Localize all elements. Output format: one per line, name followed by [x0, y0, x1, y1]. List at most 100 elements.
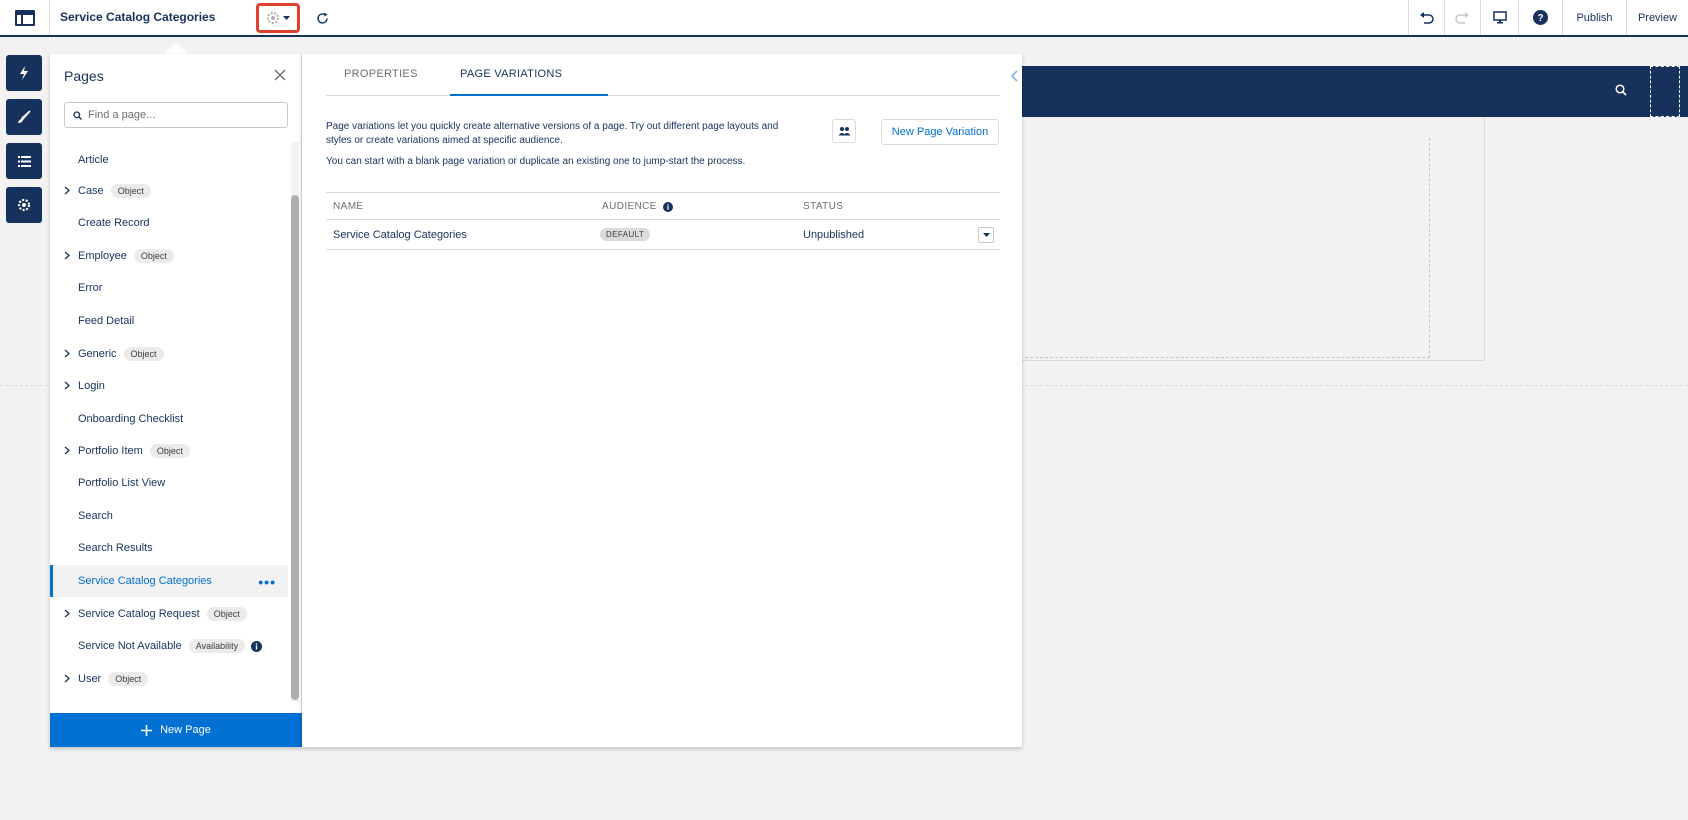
page-item-user[interactable]: User Object — [50, 663, 288, 695]
page-structure-button[interactable] — [6, 143, 42, 179]
scrollbar-thumb[interactable] — [291, 195, 299, 700]
page-item-search-results[interactable]: Search Results — [50, 532, 288, 564]
page-item-label: Service Catalog Categories — [78, 575, 212, 587]
chevron-right-icon[interactable] — [64, 349, 70, 358]
table-row[interactable]: Service Catalog Categories DEFAULT Unpub… — [326, 220, 1000, 250]
page-item-search[interactable]: Search — [50, 500, 288, 532]
refresh-button[interactable] — [312, 8, 332, 28]
caret-down-icon — [283, 15, 290, 20]
page-item-label: Error — [78, 282, 103, 294]
column-header-audience[interactable]: AUDIENCE — [602, 201, 657, 212]
default-badge: DEFAULT — [600, 228, 651, 241]
chevron-right-icon[interactable] — [64, 251, 70, 260]
search-icon — [73, 110, 82, 120]
caret-down-icon — [982, 232, 990, 237]
page-item-label: Search Results — [78, 542, 153, 554]
row-actions-button[interactable] — [978, 227, 994, 243]
tab-page-variations[interactable]: PAGE VARIATIONS — [460, 68, 562, 80]
canvas-drop-zone[interactable] — [1650, 66, 1680, 117]
tab-properties[interactable]: PROPERTIES — [344, 68, 418, 80]
page-item-service-catalog-request[interactable]: Service Catalog Request Object — [50, 598, 288, 630]
chevron-right-icon[interactable] — [64, 609, 70, 618]
components-button[interactable] — [6, 55, 42, 91]
page-search-input[interactable] — [88, 109, 278, 121]
pages-list: . . Article Case Object Create Record Em… — [50, 142, 288, 702]
new-page-button[interactable]: New Page — [50, 713, 302, 747]
chevron-right-icon[interactable] — [64, 186, 70, 195]
variations-table: NAME AUDIENCE STATUS Service Catalog Cat… — [326, 192, 1000, 250]
people-icon — [838, 127, 850, 136]
page-item-generic[interactable]: Generic Object — [50, 338, 288, 370]
variation-name: Service Catalog Categories — [333, 229, 467, 241]
tab-bar: PROPERTIES PAGE VARIATIONS — [326, 54, 1018, 96]
object-badge: Object — [123, 347, 164, 361]
chevron-right-icon[interactable] — [64, 381, 70, 390]
publish-button[interactable]: Publish — [1562, 0, 1626, 35]
page-item-label: User — [78, 673, 102, 685]
page-item-error[interactable]: Error — [50, 272, 288, 304]
page-item-label: Service Catalog Request — [78, 608, 200, 620]
more-actions-icon[interactable]: ••• — [258, 574, 276, 590]
search-icon — [1615, 84, 1627, 99]
chevron-right-icon[interactable] — [64, 446, 70, 455]
page-item-employee[interactable]: Employee Object — [50, 240, 288, 272]
plus-icon — [141, 724, 153, 736]
page-settings-button[interactable] — [256, 3, 300, 33]
chevron-right-icon[interactable] — [64, 674, 70, 683]
redo-button[interactable] — [1444, 0, 1480, 35]
page-item-service-not-available[interactable]: Service Not Available Availability — [50, 630, 288, 662]
column-header-status[interactable]: STATUS — [803, 201, 843, 212]
layout-menu-button[interactable] — [0, 0, 50, 35]
page-item-label: Case — [78, 185, 104, 197]
page-item-portfolio-list-view[interactable]: Portfolio List View — [50, 467, 288, 499]
info-icon[interactable] — [663, 202, 673, 212]
audiences-button[interactable] — [832, 119, 856, 143]
info-icon[interactable] — [251, 640, 263, 652]
page-title: Service Catalog Categories — [60, 10, 216, 24]
variation-status: Unpublished — [803, 229, 865, 241]
object-badge: Object — [110, 184, 151, 198]
preview-button[interactable]: Preview — [1626, 0, 1688, 35]
collapse-button[interactable] — [1010, 70, 1018, 85]
undo-button[interactable] — [1408, 0, 1444, 35]
page-item-login[interactable]: Login — [50, 370, 288, 402]
page-item-label: Onboarding Checklist — [78, 413, 184, 425]
page-item-onboarding-checklist[interactable]: Onboarding Checklist — [50, 403, 288, 435]
device-preview-button[interactable] — [1480, 0, 1518, 35]
theme-button[interactable] — [6, 99, 42, 135]
page-item-label: Feed Detail — [78, 315, 135, 327]
svg-text:?: ? — [1537, 13, 1543, 24]
close-button[interactable] — [274, 69, 286, 84]
page-item-label: Create Record — [78, 217, 150, 229]
variations-hint: You can start with a blank page variatio… — [326, 156, 746, 167]
page-item-case[interactable]: Case Object — [50, 175, 288, 207]
page-item-article[interactable]: Article — [50, 144, 288, 176]
object-badge: Object — [108, 672, 149, 686]
table-header: NAME AUDIENCE STATUS — [326, 192, 1000, 220]
gear-icon — [17, 198, 31, 212]
layout-icon — [14, 9, 35, 26]
page-item-label: Login — [78, 380, 105, 392]
list-icon — [17, 155, 31, 167]
help-icon: ? — [1533, 10, 1548, 25]
page-item-portfolio-item[interactable]: Portfolio Item Object — [50, 435, 288, 467]
page-item-feed-detail[interactable]: Feed Detail — [50, 305, 288, 337]
close-icon — [274, 69, 286, 81]
canvas-header — [1020, 66, 1688, 117]
page-item-service-catalog-categories[interactable]: Service Catalog Categories ••• — [50, 565, 288, 597]
settings-button[interactable] — [6, 187, 42, 223]
page-item-create-record[interactable]: Create Record — [50, 207, 288, 239]
page-item-label: Search — [78, 510, 113, 522]
active-tab-indicator — [450, 94, 608, 96]
help-button[interactable]: ? — [1518, 0, 1562, 35]
chevron-left-icon — [1010, 70, 1018, 82]
column-header-name[interactable]: NAME — [333, 201, 364, 212]
refresh-icon — [316, 12, 328, 24]
new-page-variation-button[interactable]: New Page Variation — [881, 119, 999, 145]
lightning-icon — [20, 66, 28, 80]
page-item-label: Portfolio List View — [78, 477, 166, 489]
page-item-label: Service Not Available — [78, 640, 182, 652]
page-item-label: Article — [78, 154, 109, 166]
pages-panel-title: Pages — [64, 68, 104, 84]
page-item-label: Employee — [78, 250, 127, 262]
